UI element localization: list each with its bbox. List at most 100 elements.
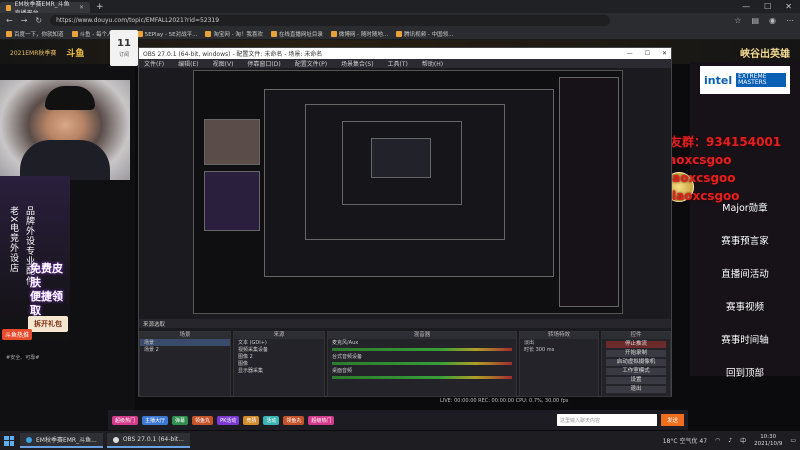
maximize-icon[interactable]: ☐ [764, 2, 771, 11]
controls-dock: 控件 停止推流 开始录制 启动虚拟摄像机 工作室模式 设置 退出 [601, 331, 671, 397]
profile-icon[interactable]: ◉ [769, 16, 776, 25]
action-chip[interactable]: PK活动 [217, 415, 240, 425]
scene-item[interactable]: 场景 2 [140, 346, 230, 353]
clock[interactable]: 10:30 2021/10/9 [754, 434, 782, 448]
source-item[interactable]: 文本 (GDI+) [234, 339, 324, 346]
bookmark-item[interactable]: 在线直播网址目录 [270, 30, 323, 38]
volume-meter[interactable] [332, 362, 512, 365]
volume-meter[interactable] [332, 348, 512, 351]
taskbar-item-browser[interactable]: EM秋季赛EMR_斗鱼... [20, 433, 103, 448]
obs-close-icon[interactable]: ✕ [662, 50, 667, 57]
obs-menu-tools[interactable]: 工具(T) [388, 59, 408, 68]
minimize-icon[interactable]: — [742, 2, 750, 11]
action-chip[interactable]: 弹幕 [172, 415, 189, 425]
source-item[interactable]: 显示器采集 [234, 367, 324, 374]
studio-mode-button[interactable]: 工作室模式 [606, 368, 666, 375]
obs-menu-docks[interactable]: 停靠窗口(D) [247, 59, 280, 68]
source-item[interactable]: 视频采集设备 [234, 346, 324, 353]
webcam-figure-shirt [20, 140, 110, 180]
obs-title: OBS 27.0.1 (64-bit, windows) - 配置文件: 未命名… [143, 51, 323, 58]
action-chip[interactable]: 竞猜 [243, 415, 260, 425]
url-field[interactable]: https://www.douyu.com/topic/EMFALL2021?r… [50, 15, 611, 26]
promo-headline-1: 免费皮肤 [30, 262, 63, 289]
new-tab-icon[interactable]: + [96, 2, 104, 12]
weather-text[interactable]: 18°C 空气优 47 [663, 436, 707, 445]
follow-card[interactable]: 11 订阅 [110, 30, 138, 66]
send-button[interactable]: 发送 [660, 414, 684, 426]
bookmark-favicon-icon [71, 30, 78, 37]
chat-input[interactable]: 这里输入聊天内容 [556, 414, 657, 426]
overlay-line: laoxcsgoo [668, 171, 736, 185]
bookmark-item[interactable]: 腾讯视频 - 中国领... [396, 30, 453, 38]
obs-scene-bar: 来源选取 [139, 319, 671, 328]
more-icon[interactable]: ⋯ [786, 16, 794, 25]
site-logo[interactable]: 斗鱼 [66, 46, 84, 59]
action-chip[interactable]: 主播大厅 [142, 415, 169, 425]
action-chip[interactable]: 领鱼丸 [192, 415, 214, 425]
settings-button[interactable]: 设置 [606, 377, 666, 384]
sources-dock-title: 来源 [234, 332, 324, 339]
room-action-bar: 超级热门 主播大厅 弹幕 领鱼丸 PK活动 竞猜 活动 领鱼丸 超级热门 这里输… [108, 410, 688, 430]
mixer-channel-label: 桌面音频 [332, 368, 353, 374]
source-item[interactable]: 图像 2 [234, 353, 324, 360]
forward-icon[interactable]: → [21, 16, 28, 25]
ime-icon[interactable]: 中 [740, 436, 746, 445]
refresh-icon[interactable]: ↻ [35, 16, 42, 25]
transition-select[interactable]: 淡出 [520, 339, 598, 346]
volume-icon[interactable]: ♪ [728, 437, 732, 444]
browser-tab[interactable]: EM秋季赛EMR_斗鱼直播平台 ✕ [0, 1, 90, 17]
source-item[interactable]: 图像 [234, 360, 324, 367]
bookmark-item[interactable]: 淘宝网 - 淘！我喜欢 [205, 30, 263, 38]
exit-button[interactable]: 退出 [606, 386, 666, 393]
obs-preview[interactable] [193, 70, 623, 314]
obs-menu-help[interactable]: 帮助(H) [422, 59, 443, 68]
volume-meter[interactable] [332, 376, 512, 379]
window-controls: — ☐ ✕ [742, 2, 800, 11]
notification-icon[interactable]: ▭ [790, 437, 796, 444]
stream-overlay-text: 水友群：934154001 laoxcsgoo laoxcsgoo laoxcs… [658, 133, 781, 205]
obs-title-bar: OBS 27.0.1 (64-bit, windows) - 配置文件: 未命名… [139, 48, 671, 59]
close-window-icon[interactable]: ✕ [785, 2, 792, 11]
obs-docks: 场景 场景 场景 2 来源 文本 (GDI+) 视频采集设备 图像 2 图像 显… [139, 331, 671, 397]
action-chip[interactable]: 超级热门 [308, 415, 335, 425]
bookmark-favicon-icon [396, 30, 403, 37]
preview-webcam [204, 119, 260, 165]
bookmark-item[interactable]: 微博网 - 随时随地... [330, 30, 388, 38]
scene-item[interactable]: 场景 [140, 339, 230, 346]
obs-menu-edit[interactable]: 编辑(E) [178, 59, 198, 68]
edge-icon [26, 436, 32, 443]
action-chip[interactable]: 领鱼丸 [283, 415, 305, 425]
action-chip[interactable]: 超级热门 [112, 415, 139, 425]
obs-minimize-icon[interactable]: — [627, 50, 633, 57]
obs-window: OBS 27.0.1 (64-bit, windows) - 配置文件: 未命名… [138, 47, 672, 397]
webcam-figure-hair [45, 86, 95, 110]
menu-predictor[interactable]: 赛事预言家 [700, 233, 790, 247]
back-icon[interactable]: ← [6, 16, 13, 25]
stop-streaming-button[interactable]: 停止推流 [606, 341, 666, 348]
menu-back-to-top[interactable]: 回到顶部 [700, 365, 790, 379]
menu-timeline[interactable]: 赛事时间轴 [700, 332, 790, 346]
obs-menu-file[interactable]: 文件(F) [144, 59, 164, 68]
event-title: 2021EMR秋季赛 [10, 49, 57, 57]
obs-maximize-icon[interactable]: ☐ [645, 50, 650, 57]
obs-menu-profile[interactable]: 配置文件(P) [295, 59, 327, 68]
open-gift-button[interactable]: 拆开礼包 [28, 316, 68, 332]
favorites-star-icon[interactable]: ☆ [734, 16, 741, 25]
obs-menu-view[interactable]: 视图(V) [213, 59, 234, 68]
collections-icon[interactable]: ▤ [751, 16, 759, 25]
bookmark-item[interactable]: 百度一下，你就知道 [6, 30, 64, 38]
start-recording-button[interactable]: 开始录制 [606, 350, 666, 357]
close-tab-icon[interactable]: ✕ [79, 4, 84, 11]
menu-videos[interactable]: 赛事视频 [700, 299, 790, 313]
overlay-line: laoxcsgoo [664, 153, 732, 167]
transition-duration[interactable]: 时长 300 ms [520, 346, 598, 353]
promo-banner[interactable]: 老X电竞外设店 品牌外设专业配件 免费皮肤 便捷领取 拆开礼包 斗鱼热推 #安全… [0, 176, 70, 361]
action-chip[interactable]: 活动 [263, 415, 280, 425]
bookmark-item[interactable]: 5EPlay - 5E对战平... [136, 30, 197, 38]
menu-room-activity[interactable]: 直播间活动 [700, 266, 790, 280]
obs-menu-scenes[interactable]: 场景集合(S) [341, 59, 374, 68]
windows-start-icon[interactable] [4, 435, 14, 446]
virtual-camera-button[interactable]: 启动虚拟摄像机 [606, 359, 666, 366]
taskbar-item-obs[interactable]: OBS 27.0.1 (64-bit... [106, 433, 190, 448]
network-icon[interactable]: ◠ [715, 437, 720, 444]
